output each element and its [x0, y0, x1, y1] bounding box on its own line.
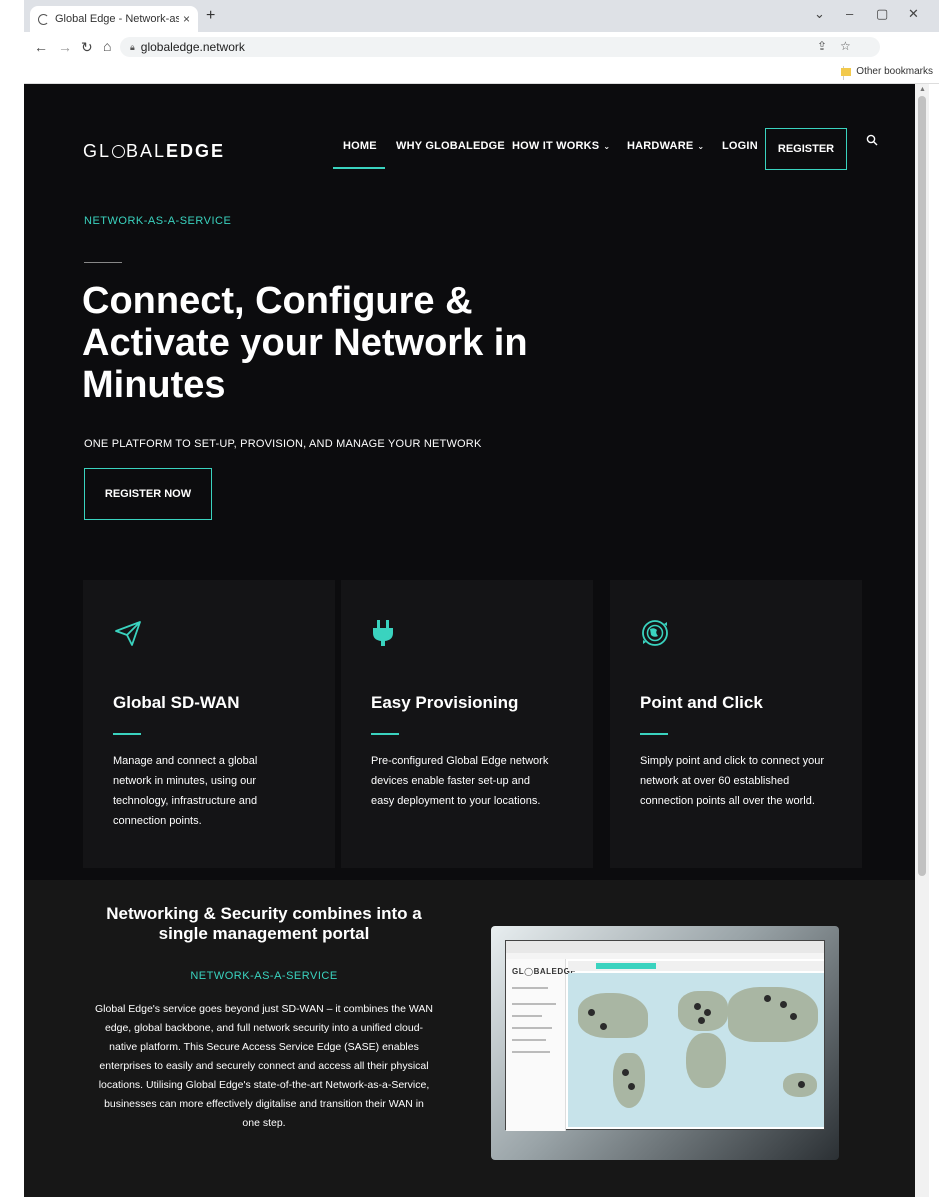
page-scrollbar[interactable]: ▲ [915, 84, 929, 1197]
feature-underline [113, 733, 141, 735]
portal-sidebar-line [512, 987, 548, 989]
map-pin [764, 995, 771, 1002]
close-window-button[interactable]: ✕ [908, 6, 919, 22]
browser-tab[interactable]: Global Edge - Network-as-a-Serv × [30, 6, 198, 32]
nav-login[interactable]: LOGIN [722, 140, 758, 152]
reload-icon[interactable]: ↻ [81, 39, 93, 56]
tab-close-icon[interactable]: × [183, 12, 190, 26]
feature-title: Global SD-WAN [113, 693, 240, 712]
plug-icon [373, 620, 393, 646]
hero-headline: Connect, Configure & Activate your Netwo… [82, 280, 528, 406]
chevron-down-icon: ⌄ [603, 142, 611, 151]
logo-part-gl: GL [83, 141, 112, 161]
tab-strip: Global Edge - Network-as-a-Serv × + ⌄ – … [24, 0, 939, 32]
tab-search-icon[interactable]: ⌄ [814, 6, 825, 22]
map-landmass [728, 987, 818, 1042]
nav-why-globaledge[interactable]: WHY GLOBALEDGE [396, 140, 505, 152]
map-landmass [678, 991, 728, 1031]
portal-section-heading: Networking & Security combines into a si… [106, 904, 422, 943]
url-text: globaledge.network [140, 40, 245, 54]
map-landmass [578, 993, 648, 1038]
feature-text: Simply point and click to connect your n… [640, 755, 825, 807]
nav-hardware[interactable]: HARDWARE ⌄ [627, 140, 704, 152]
map-landmass [613, 1053, 645, 1108]
nav-how-it-works-label: HOW IT WORKS [512, 140, 600, 152]
logo-part-bal: BAL [126, 141, 167, 161]
logo-part-edge: EDGE [166, 141, 226, 161]
scrollbar-thumb[interactable] [918, 96, 926, 876]
map-pin [628, 1083, 635, 1090]
feature-title: Easy Provisioning [371, 693, 519, 712]
portal-sidebar-line [512, 1027, 552, 1029]
map-pin [798, 1081, 805, 1088]
hero-eyebrow: NETWORK-AS-A-SERVICE [84, 215, 232, 227]
address-bar[interactable]: 🔒︎ globaledge.network [120, 37, 880, 57]
hero-divider [84, 262, 122, 263]
feature-card-sdwan: Global SD-WAN Manage and connect a globa… [83, 580, 335, 868]
folder-icon [841, 67, 852, 76]
bookmarks-bar: Other bookmarks [24, 62, 939, 84]
portal-sidebar [506, 959, 566, 1131]
portal-section-eyebrow: NETWORK-AS-A-SERVICE [190, 970, 338, 982]
browser-chrome: Global Edge - Network-as-a-Serv × + ⌄ – … [24, 0, 939, 84]
minimize-button[interactable]: – [846, 6, 853, 21]
portal-logo: GL◯BALEDGE [512, 967, 577, 976]
lock-icon: 🔒︎ [130, 41, 135, 52]
paper-plane-icon [115, 621, 141, 646]
site-logo[interactable]: GL BALEDGE [83, 141, 225, 162]
portal-toolbar-accent [596, 963, 656, 969]
feature-underline [640, 733, 668, 735]
new-tab-button[interactable]: + [206, 7, 215, 25]
register-button[interactable]: REGISTER [765, 128, 847, 170]
portal-sidebar-line [512, 1003, 556, 1005]
feature-title: Point and Click [640, 693, 763, 712]
map-pin [588, 1009, 595, 1016]
map-pin [704, 1009, 711, 1016]
maximize-button[interactable]: ▢ [876, 6, 888, 22]
portal-browser-bar [506, 941, 824, 953]
portal-section-body: Global Edge's service goes beyond just S… [95, 1003, 433, 1129]
feature-underline [371, 733, 399, 735]
map-pin [600, 1023, 607, 1030]
portal-screen: GL◯BALEDGE [505, 940, 825, 1131]
portal-sidebar-line [512, 1015, 542, 1017]
portal-sidebar-line [512, 1051, 550, 1053]
hero-subline: ONE PLATFORM TO SET-UP, PROVISION, AND M… [84, 438, 482, 450]
register-now-button[interactable]: REGISTER NOW [84, 468, 212, 520]
nav-hardware-label: HARDWARE [627, 140, 694, 152]
tab-title: Global Edge - Network-as-a-Serv [55, 13, 179, 25]
chevron-down-icon: ⌄ [697, 142, 705, 151]
bookmark-star-icon[interactable]: ☆ [840, 39, 851, 53]
globe-sync-icon [642, 620, 668, 646]
feature-text: Manage and connect a global network in m… [113, 755, 258, 827]
map-pin [694, 1003, 701, 1010]
webpage: GL BALEDGE HOME WHY GLOBALEDGE HOW IT WOR… [24, 84, 915, 1197]
nav-home[interactable]: HOME [343, 140, 377, 152]
portal-sidebar-line [512, 1039, 546, 1041]
map-pin [780, 1001, 787, 1008]
map-pin [698, 1017, 705, 1024]
home-icon[interactable]: ⌂ [103, 38, 111, 54]
portal-world-map [568, 973, 824, 1127]
loading-spinner-icon [38, 13, 49, 25]
feature-card-point-click: Point and Click Simply point and click t… [610, 580, 862, 868]
back-arrow-icon[interactable]: ← [34, 39, 48, 55]
portal-screenshot-image: GL◯BALEDGE [491, 926, 839, 1160]
share-icon[interactable]: ⇪ [817, 39, 827, 53]
map-landmass [686, 1033, 726, 1088]
map-pin [790, 1013, 797, 1020]
nav-how-it-works[interactable]: HOW IT WORKS ⌄ [512, 140, 610, 152]
scroll-up-arrow-icon[interactable]: ▲ [919, 86, 926, 93]
feature-card-provisioning: Easy Provisioning Pre-configured Global … [341, 580, 593, 868]
map-pin [622, 1069, 629, 1076]
other-bookmarks-label: Other bookmarks [856, 66, 933, 77]
portal-section: Networking & Security combines into a si… [24, 880, 915, 1197]
feature-text: Pre-configured Global Edge network devic… [371, 755, 549, 807]
forward-arrow-icon[interactable]: → [58, 39, 72, 55]
nav-home-underline [333, 167, 385, 169]
search-icon[interactable] [866, 134, 878, 146]
logo-globe-mark [112, 145, 126, 158]
other-bookmarks[interactable]: Other bookmarks [841, 66, 933, 77]
